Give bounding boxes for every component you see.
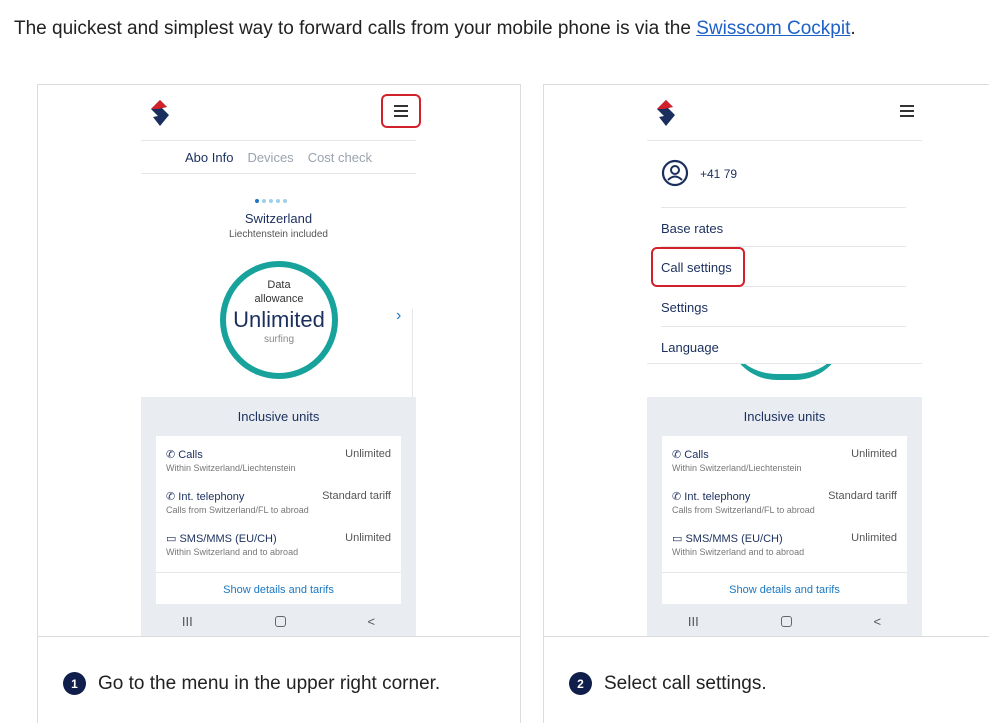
menu-item-base-rates[interactable]: Base rates <box>661 207 906 247</box>
recent-apps-icon[interactable]: III <box>182 614 193 629</box>
phone-icon: ✆ <box>672 491 685 503</box>
swisscom-logo-icon <box>657 100 675 126</box>
inclusive-units-section: Inclusive units ✆ Calls Unlimited Within… <box>647 397 922 636</box>
phone-screen: +41 79 Base rates Call settings Settings… <box>647 85 927 636</box>
show-details-link[interactable]: Show details and tarifs <box>156 584 401 596</box>
units-title: Inclusive units <box>237 409 320 424</box>
step-caption: 2 Select call settings. <box>569 672 767 695</box>
hamburger-icon <box>394 105 408 117</box>
back-icon[interactable]: < <box>367 614 375 629</box>
menu-item-language[interactable]: Language <box>661 327 906 367</box>
phone-icon: ✆ <box>166 449 179 461</box>
phone-icon: ✆ <box>166 491 179 503</box>
ring-value: Unlimited <box>233 307 325 332</box>
step-number-badge: 1 <box>63 672 86 695</box>
phone-icon: ✆ <box>672 449 685 461</box>
swisscom-logo-icon <box>151 100 169 126</box>
phone-screenshot-2: +41 79 Base rates Call settings Settings… <box>544 85 989 637</box>
tab-cost-check[interactable]: Cost check <box>308 150 372 165</box>
menu-button[interactable] <box>887 94 927 128</box>
home-icon[interactable] <box>274 616 286 627</box>
swisscom-cockpit-link[interactable]: Swisscom Cockpit <box>696 18 850 39</box>
step-card-2: +41 79 Base rates Call settings Settings… <box>543 84 989 723</box>
carousel-dots <box>255 199 287 203</box>
home-icon[interactable] <box>780 616 792 627</box>
phone-screen: Abo Info Devices Cost check Switzerland … <box>141 85 421 636</box>
intro-text: The quickest and simplest way to forward… <box>14 18 856 39</box>
country-title: Switzerland <box>244 211 313 226</box>
chevron-right-icon[interactable]: › <box>396 307 401 325</box>
step-caption-text: Select call settings. <box>604 672 767 694</box>
android-navbar: III < <box>647 606 922 636</box>
step-card-1: Abo Info Devices Cost check Switzerland … <box>37 84 521 723</box>
step-number-badge: 2 <box>569 672 592 695</box>
recent-apps-icon[interactable]: III <box>688 614 699 629</box>
menu-panel: +41 79 Base rates Call settings Settings… <box>647 140 922 364</box>
hamburger-icon <box>900 105 914 117</box>
tab-bar: Abo Info Devices Cost check <box>141 140 416 174</box>
step-caption: 1 Go to the menu in the upper right corn… <box>63 672 440 695</box>
call-settings-highlight <box>651 247 745 287</box>
inclusive-units-section: Inclusive units ✆ Calls Unlimited Within… <box>141 397 416 636</box>
menu-button[interactable] <box>381 94 421 128</box>
tab-abo-info[interactable]: Abo Info <box>185 150 233 165</box>
show-details-link[interactable]: Show details and tarifs <box>662 584 907 596</box>
tab-devices[interactable]: Devices <box>247 150 293 165</box>
ring-sub: surfing <box>263 334 294 345</box>
ring-label: Data allowance <box>254 279 304 305</box>
android-navbar: III < <box>141 606 416 636</box>
units-title: Inclusive units <box>743 409 826 424</box>
back-icon[interactable]: < <box>873 614 881 629</box>
message-icon: ▭ <box>166 533 180 545</box>
phone-screenshot-1: Abo Info Devices Cost check Switzerland … <box>38 85 520 637</box>
message-icon: ▭ <box>672 533 686 545</box>
country-subtitle: Liechtenstein included <box>229 229 328 240</box>
step-caption-text: Go to the menu in the upper right corner… <box>98 672 441 694</box>
menu-item-settings[interactable]: Settings <box>661 287 906 327</box>
phone-number: +41 79 <box>700 167 738 181</box>
units-card: ✆ Calls Unlimited Within Switzerland/Lie… <box>156 436 401 604</box>
units-card: ✆ Calls Unlimited Within Switzerland/Lie… <box>662 436 907 604</box>
profile-icon <box>661 159 689 187</box>
